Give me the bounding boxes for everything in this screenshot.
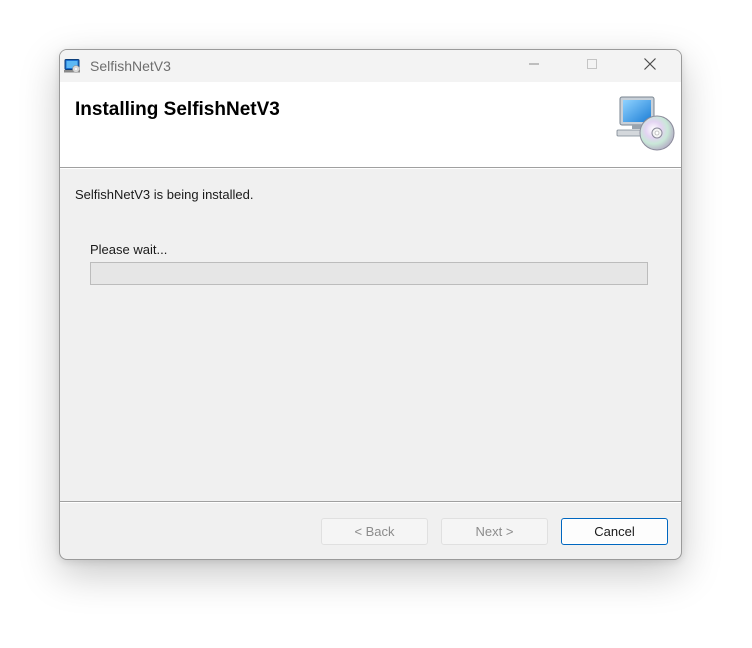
window-title: SelfishNetV3	[90, 58, 171, 74]
installer-app-icon	[64, 59, 81, 73]
cancel-button[interactable]: Cancel	[561, 518, 668, 545]
maximize-icon	[586, 57, 598, 75]
dialog-header: Installing SelfishNetV3	[60, 82, 681, 168]
title-bar[interactable]: SelfishNetV3	[60, 50, 681, 82]
install-status-text: SelfishNetV3 is being installed.	[75, 187, 254, 202]
close-button[interactable]	[621, 50, 679, 82]
minimize-button[interactable]	[505, 50, 563, 82]
minimize-icon	[528, 57, 540, 75]
installer-window: SelfishNetV3 Installing SelfishNetV3 Sel…	[59, 49, 682, 560]
close-icon	[643, 57, 657, 76]
footer-divider-highlight	[60, 502, 681, 503]
maximize-button[interactable]	[563, 50, 621, 82]
next-button[interactable]: Next >	[441, 518, 548, 545]
computer-cd-icon	[615, 95, 675, 153]
please-wait-label: Please wait...	[90, 242, 168, 257]
header-divider	[60, 168, 681, 169]
back-button[interactable]: < Back	[321, 518, 428, 545]
page-title: Installing SelfishNetV3	[75, 99, 280, 120]
install-progress-bar	[90, 262, 648, 285]
